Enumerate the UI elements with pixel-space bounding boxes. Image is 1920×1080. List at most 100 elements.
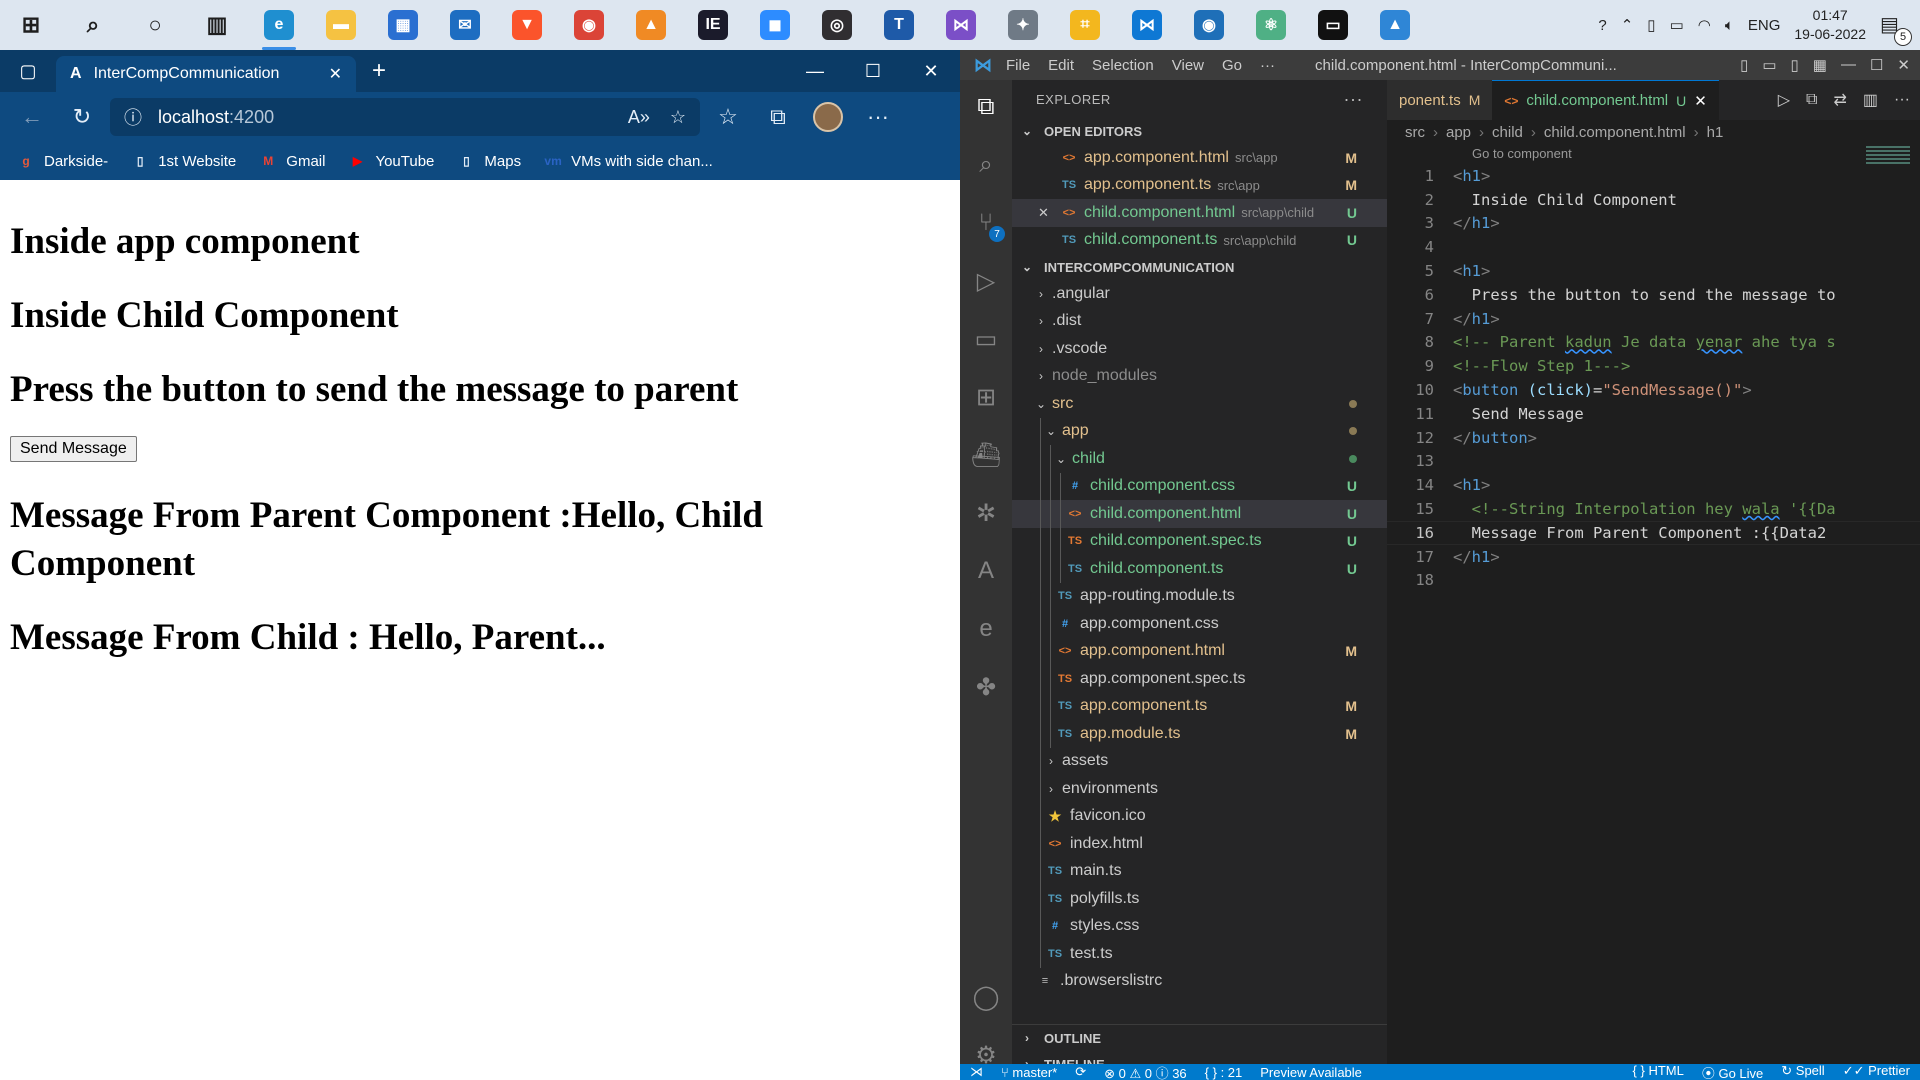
- file-item[interactable]: TS test.ts: [1012, 940, 1387, 968]
- edge-devtools-icon[interactable]: e: [971, 614, 1001, 644]
- open-editors-section[interactable]: ⌄ OPEN EDITORS: [1012, 118, 1387, 144]
- more-menu-icon[interactable]: ···: [856, 99, 900, 135]
- browser-tab[interactable]: A InterCompCommunication ✕: [56, 56, 356, 92]
- codelens-go-to-component[interactable]: Go to component: [1387, 144, 1920, 164]
- close-editor-icon[interactable]: ✕: [1038, 205, 1058, 221]
- open-editor-item[interactable]: TS app.component.ts src\app M: [1012, 172, 1387, 200]
- code-line[interactable]: 5 < h1 >: [1387, 259, 1920, 283]
- profile-avatar[interactable]: [806, 99, 850, 135]
- status-item[interactable]: ✓✓ Prettier: [1843, 1064, 1910, 1080]
- preview-indicator[interactable]: Preview Available: [1260, 1065, 1362, 1080]
- tab-actions-icon[interactable]: ▢: [0, 61, 56, 82]
- file-item[interactable]: TS app-routing.module.ts: [1012, 582, 1387, 610]
- bookmark-item[interactable]: M Gmail: [258, 152, 325, 170]
- file-item[interactable]: TS app.component.spec.ts: [1012, 665, 1387, 693]
- code-line[interactable]: 11 Send Message: [1387, 402, 1920, 426]
- cortana-button[interactable]: ○: [124, 0, 186, 50]
- file-item[interactable]: # styles.css: [1012, 912, 1387, 940]
- code-line[interactable]: 14 < h1 >: [1387, 473, 1920, 497]
- start-button[interactable]: ⊞: [0, 0, 62, 50]
- site-info-icon[interactable]: ⓘ: [124, 104, 142, 130]
- remote-indicator-icon[interactable]: ⋊: [970, 1064, 983, 1080]
- code-line[interactable]: 15 <!--String Interpolation hey wala '{{…: [1387, 497, 1920, 521]
- sync-icon[interactable]: ⟳: [1075, 1064, 1086, 1080]
- open-editor-item[interactable]: ✕ <> child.component.html src\app\child U: [1012, 199, 1387, 227]
- code-line[interactable]: 8 <!-- Parent kadun Je data yenar ahe tya…: [1387, 331, 1920, 355]
- back-button[interactable]: ←: [10, 99, 54, 135]
- bookmark-item[interactable]: ▯ Maps: [456, 152, 521, 170]
- intellij-button[interactable]: IE: [682, 0, 744, 50]
- notification-center-button[interactable]: ▤ 5: [1880, 12, 1912, 46]
- breadcrumb-item[interactable]: child.component.html: [1544, 124, 1686, 141]
- volume-icon[interactable]: 🔈︎: [1725, 17, 1734, 34]
- minimize-button[interactable]: —: [1841, 56, 1856, 74]
- outline-section[interactable]: › OUTLINE: [1012, 1025, 1387, 1051]
- code-line[interactable]: 3 </h1 >: [1387, 212, 1920, 236]
- toggle-secondary-sidebar-icon[interactable]: ▯: [1791, 56, 1799, 74]
- bookmark-item[interactable]: g Darkside-: [16, 152, 108, 170]
- breadcrumb-item[interactable]: src: [1405, 124, 1425, 141]
- extension-tool-icon[interactable]: ✤: [971, 672, 1001, 702]
- file-item[interactable]: # app.component.css: [1012, 610, 1387, 638]
- favorites-icon[interactable]: ☆: [706, 99, 750, 135]
- folder-item[interactable]: ⌄ app: [1012, 417, 1387, 445]
- folder-item[interactable]: ⌄ src: [1012, 390, 1387, 418]
- code-line[interactable]: 4: [1387, 235, 1920, 259]
- vscode-button[interactable]: ⋈: [1116, 0, 1178, 50]
- menu-item-view[interactable]: View: [1172, 57, 1204, 74]
- open-editor-item[interactable]: <> app.component.html src\app M: [1012, 144, 1387, 172]
- bookmark-item[interactable]: vm VMs with side chan...: [543, 152, 712, 170]
- clock[interactable]: 01:47 19-06-2022: [1794, 6, 1866, 44]
- file-item[interactable]: ★ favicon.ico: [1012, 802, 1387, 830]
- problems-indicator[interactable]: ⊗ 0 ⚠ 0 ⓘ 36: [1104, 1064, 1187, 1080]
- angular-icon[interactable]: A: [971, 556, 1001, 586]
- collections-icon[interactable]: ⧉: [756, 99, 800, 135]
- split-editor-icon[interactable]: ▥: [1863, 90, 1878, 110]
- status-item[interactable]: ↻ Spell: [1781, 1064, 1824, 1080]
- maximize-button[interactable]: ☐: [1870, 56, 1883, 74]
- close-window-button[interactable]: ✕: [902, 61, 960, 82]
- photos-button[interactable]: ▲: [1364, 0, 1426, 50]
- vlc-button[interactable]: ▲: [620, 0, 682, 50]
- run-debug-icon[interactable]: ▷: [971, 266, 1001, 296]
- store-button[interactable]: ▦: [372, 0, 434, 50]
- atom-button[interactable]: ⚛: [1240, 0, 1302, 50]
- docker-icon[interactable]: ⛴: [971, 440, 1001, 470]
- add-favorite-icon[interactable]: ☆: [670, 107, 686, 128]
- file-item[interactable]: TS child.component.ts U: [1012, 555, 1387, 583]
- accounts-icon[interactable]: ◯: [971, 982, 1001, 1012]
- device-icon[interactable]: ▯: [1647, 16, 1655, 34]
- explorer-icon[interactable]: ⧉: [971, 92, 1001, 122]
- breadcrumb-item[interactable]: child: [1492, 124, 1523, 141]
- code-line[interactable]: 10 < button (click) = "SendMessage()" >: [1387, 378, 1920, 402]
- open-preview-icon[interactable]: ⧉: [1806, 91, 1817, 109]
- code-line[interactable]: 1 < h1 >: [1387, 164, 1920, 188]
- close-tab-icon[interactable]: ✕: [329, 64, 342, 84]
- file-item[interactable]: # child.component.css U: [1012, 472, 1387, 500]
- bookmark-item[interactable]: ▯ 1st Website: [130, 152, 236, 170]
- file-item[interactable]: TS app.module.ts M: [1012, 720, 1387, 748]
- customize-layout-icon[interactable]: ▦: [1813, 56, 1827, 74]
- file-item[interactable]: TS app.component.ts M: [1012, 692, 1387, 720]
- code-line[interactable]: 7 </h1 >: [1387, 307, 1920, 331]
- code-line[interactable]: 16 Message From Parent Component :{{Data…: [1387, 520, 1920, 545]
- wifi-icon[interactable]: ◠: [1698, 16, 1711, 34]
- code-line[interactable]: 9 <!--Flow Step 1--->: [1387, 354, 1920, 378]
- maximize-button[interactable]: ☐: [844, 61, 902, 82]
- breadcrumb-item[interactable]: h1: [1707, 124, 1724, 141]
- help-icon[interactable]: ?: [1598, 17, 1606, 34]
- battery-icon[interactable]: ▭: [1670, 16, 1684, 34]
- file-item[interactable]: TS main.ts: [1012, 857, 1387, 885]
- terminal-button[interactable]: ▭: [1302, 0, 1364, 50]
- app-circle-button[interactable]: ◉: [1178, 0, 1240, 50]
- refresh-button[interactable]: ↻: [60, 99, 104, 135]
- project-section[interactable]: ⌄ INTERCOMPCOMMUNICATION: [1012, 254, 1387, 280]
- editor-tab[interactable]: ponent.ts M: [1387, 80, 1493, 120]
- obs-button[interactable]: ◎: [806, 0, 868, 50]
- language-indicator[interactable]: ENG: [1748, 17, 1781, 34]
- edge-button[interactable]: e: [248, 0, 310, 50]
- folder-item[interactable]: › .dist: [1012, 308, 1387, 336]
- menu-item-go[interactable]: Go: [1222, 57, 1242, 74]
- new-tab-button[interactable]: +: [356, 57, 402, 85]
- folder-item[interactable]: › environments: [1012, 775, 1387, 803]
